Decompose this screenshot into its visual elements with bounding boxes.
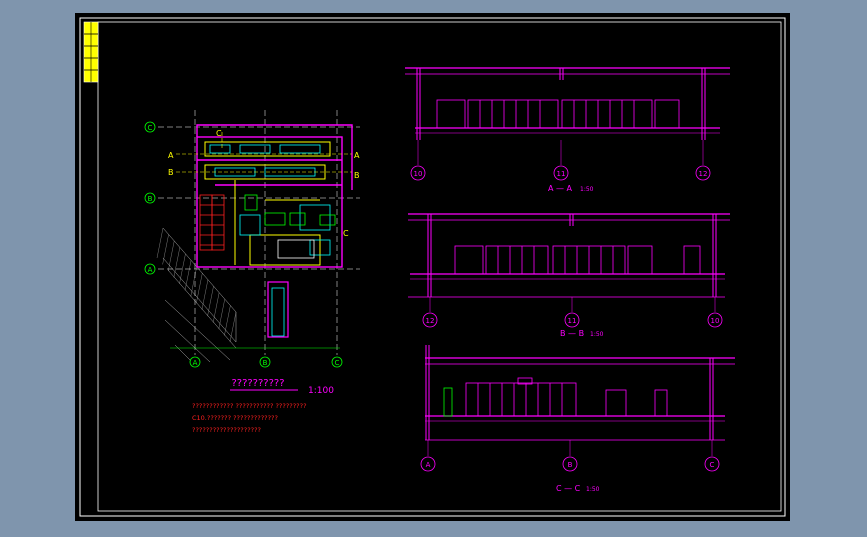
section-a-axis-label-1: 10 <box>414 170 423 178</box>
section-c-title: C — C <box>556 484 581 493</box>
section-b-axis-label-3: 10 <box>711 317 720 325</box>
section-cut-c-bottom: C <box>343 229 349 238</box>
plan-row-marker-b-label: B <box>148 195 153 203</box>
section-cut-b-left: B <box>168 168 174 177</box>
section-b-axis-label-2: 11 <box>568 317 577 325</box>
plan-col-marker-a-label: A <box>193 359 198 367</box>
section-b-axis-label-1: 12 <box>426 317 435 325</box>
section-a-scale: 1:50 <box>580 186 594 193</box>
section-c-axis-label-1: A <box>426 461 431 469</box>
section-cut-b-right: B <box>354 171 360 180</box>
plan-row-marker-a-label: A <box>148 266 153 274</box>
plan-scale: 1:100 <box>308 386 334 396</box>
section-b-scale: 1:50 <box>590 331 604 338</box>
drawing-canvas[interactable]: C B A A B C A A B B C C ?????????? 1:100… <box>0 0 867 533</box>
plan-col-marker-c-label: C <box>335 359 340 367</box>
section-c-axis-label-3: C <box>710 461 715 469</box>
section-b-title: B — B <box>560 329 584 338</box>
section-a-axis-label-3: 12 <box>699 170 708 178</box>
plan-note-2: C10.??????? ????????????? <box>192 414 278 422</box>
section-a-title: A — A <box>548 184 573 193</box>
section-cut-a-right: A <box>354 151 360 160</box>
section-cut-a-left: A <box>168 151 174 160</box>
section-c-axis-label-2: B <box>568 461 573 469</box>
section-c-scale: 1:50 <box>586 486 600 493</box>
plan-note-3: ???????????????????? <box>192 426 261 434</box>
plan-row-marker-c-label: C <box>148 124 153 132</box>
title-block <box>83 21 99 83</box>
plan-col-marker-b-label: B <box>263 359 268 367</box>
section-cut-c-top: C <box>216 129 222 138</box>
plan-title: ?????????? <box>231 378 284 389</box>
plan-note-1: ???????????? ??????????? ????????? <box>192 402 307 410</box>
drawing-sheet <box>75 13 790 521</box>
cad-viewport[interactable]: C B A A B C A A B B C C ?????????? 1:100… <box>0 0 867 533</box>
section-a-axis-label-2: 11 <box>557 170 566 178</box>
